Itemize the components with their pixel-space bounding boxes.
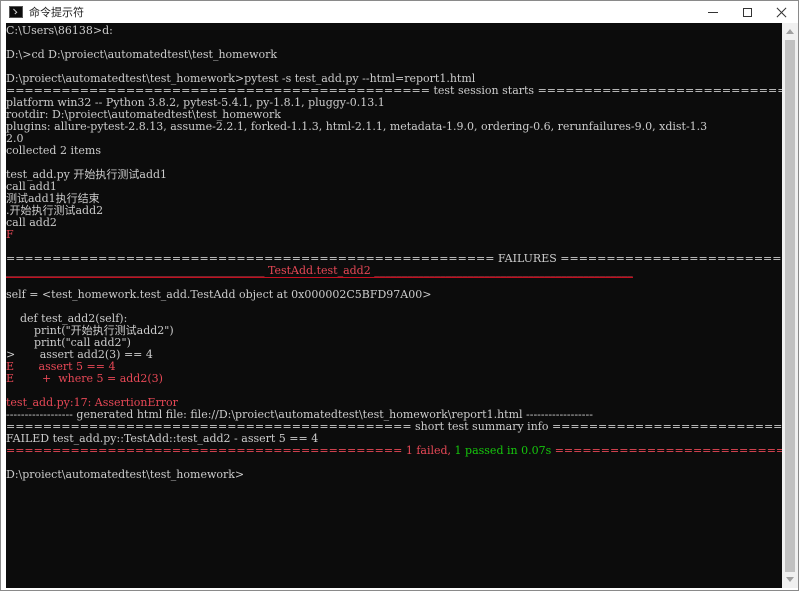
console-line: plugins: allure-pytest-2.8.13, assume-2.… <box>6 120 708 133</box>
passed-count: 1 passed in 0.07s <box>454 444 552 457</box>
maximize-button[interactable] <box>730 1 764 23</box>
summary-left-rule: ========================================… <box>6 444 406 457</box>
prompt-line: D:\proiect\automatedtest\test_homework> <box>6 468 245 481</box>
summary-sep: , <box>447 444 455 457</box>
console-line: F <box>6 228 14 241</box>
scroll-up-icon[interactable] <box>786 29 794 34</box>
maximize-icon <box>742 7 752 17</box>
vertical-scrollbar[interactable] <box>782 23 798 588</box>
title-bar[interactable]: 命令提示符 <box>1 1 798 23</box>
window-controls <box>696 1 798 23</box>
minimize-icon <box>708 11 718 13</box>
failure-title: ________________________________________… <box>6 264 633 278</box>
scroll-down-icon[interactable] <box>786 577 794 582</box>
close-button[interactable] <box>764 1 798 23</box>
close-icon <box>776 7 787 18</box>
console-line: self = <test_homework.test_add.TestAdd o… <box>6 288 432 301</box>
console-line: D:\>cd D:\proiect\automatedtest\test_hom… <box>6 48 278 61</box>
result-summary: ========================================… <box>6 445 782 457</box>
console-line: collected 2 items <box>6 144 101 157</box>
cmd-window: 命令提示符 C:\Users\86138>d: D:\>cd D:\proiec… <box>0 0 799 591</box>
scroll-thumb[interactable] <box>785 40 795 572</box>
terminal-icon <box>9 6 23 18</box>
failed-count: 1 failed <box>405 444 448 457</box>
window-title: 命令提示符 <box>29 6 84 19</box>
error-line: E + where 5 = add2(3) <box>6 372 163 385</box>
minimize-button[interactable] <box>696 1 730 23</box>
console-output[interactable]: C:\Users\86138>d: D:\>cd D:\proiect\auto… <box>6 23 782 588</box>
summary-right-rule: ========================================… <box>554 444 782 457</box>
console-line: C:\Users\86138>d: <box>6 24 113 37</box>
